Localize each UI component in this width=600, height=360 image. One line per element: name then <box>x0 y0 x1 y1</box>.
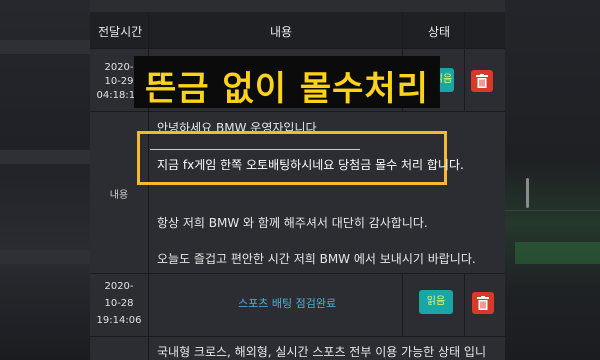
read-button[interactable]: 읽음 <box>419 290 453 314</box>
banner-text: 뜬금 없이 몰수처리 <box>145 69 429 109</box>
table-header: 전달시간 내용 상태 <box>90 12 505 48</box>
column-divider <box>464 12 465 112</box>
message-line: 오늘도 즐겁고 편안한 시간 저희 BMW 에서 보내시기 바랍니다. <box>157 252 476 266</box>
row-date: 2020- <box>104 281 134 292</box>
content-label: 내용 <box>109 190 129 201</box>
header-status: 상태 <box>428 25 451 39</box>
row-divider <box>90 111 505 112</box>
message-line: 국내형 크로스, 해외형, 실시간 스포츠 전부 이용 가능한 상태 입니 <box>157 345 487 359</box>
column-divider <box>464 273 465 336</box>
message-subject-link[interactable]: 스포츠 배팅 점검완료 <box>238 295 336 311</box>
delete-button[interactable] <box>472 292 494 314</box>
highlighted-message: 지금 fx게임 한쪽 오토배팅하시네요 당첨금 몰수 처리 합니다. <box>157 158 464 172</box>
trash-icon <box>476 74 488 88</box>
header-content: 내용 <box>270 25 293 39</box>
delete-button[interactable] <box>471 70 493 92</box>
row-divider <box>90 273 505 274</box>
row-divider <box>90 336 505 337</box>
message-line: 항상 저희 BMW 와 함께 해주셔서 대단히 감사합니다. <box>157 216 428 230</box>
scroll-handle[interactable] <box>526 178 529 208</box>
row-divider <box>90 48 505 49</box>
column-divider <box>402 273 403 336</box>
background-right <box>505 0 600 360</box>
row-date: 10-28 <box>104 298 134 309</box>
caption-banner: 뜬금 없이 몰수처리 <box>134 56 440 109</box>
background-left <box>0 0 90 360</box>
trash-icon <box>477 296 489 310</box>
row-time: 19:14:06 <box>96 315 142 326</box>
header-time: 전달시간 <box>98 25 143 39</box>
